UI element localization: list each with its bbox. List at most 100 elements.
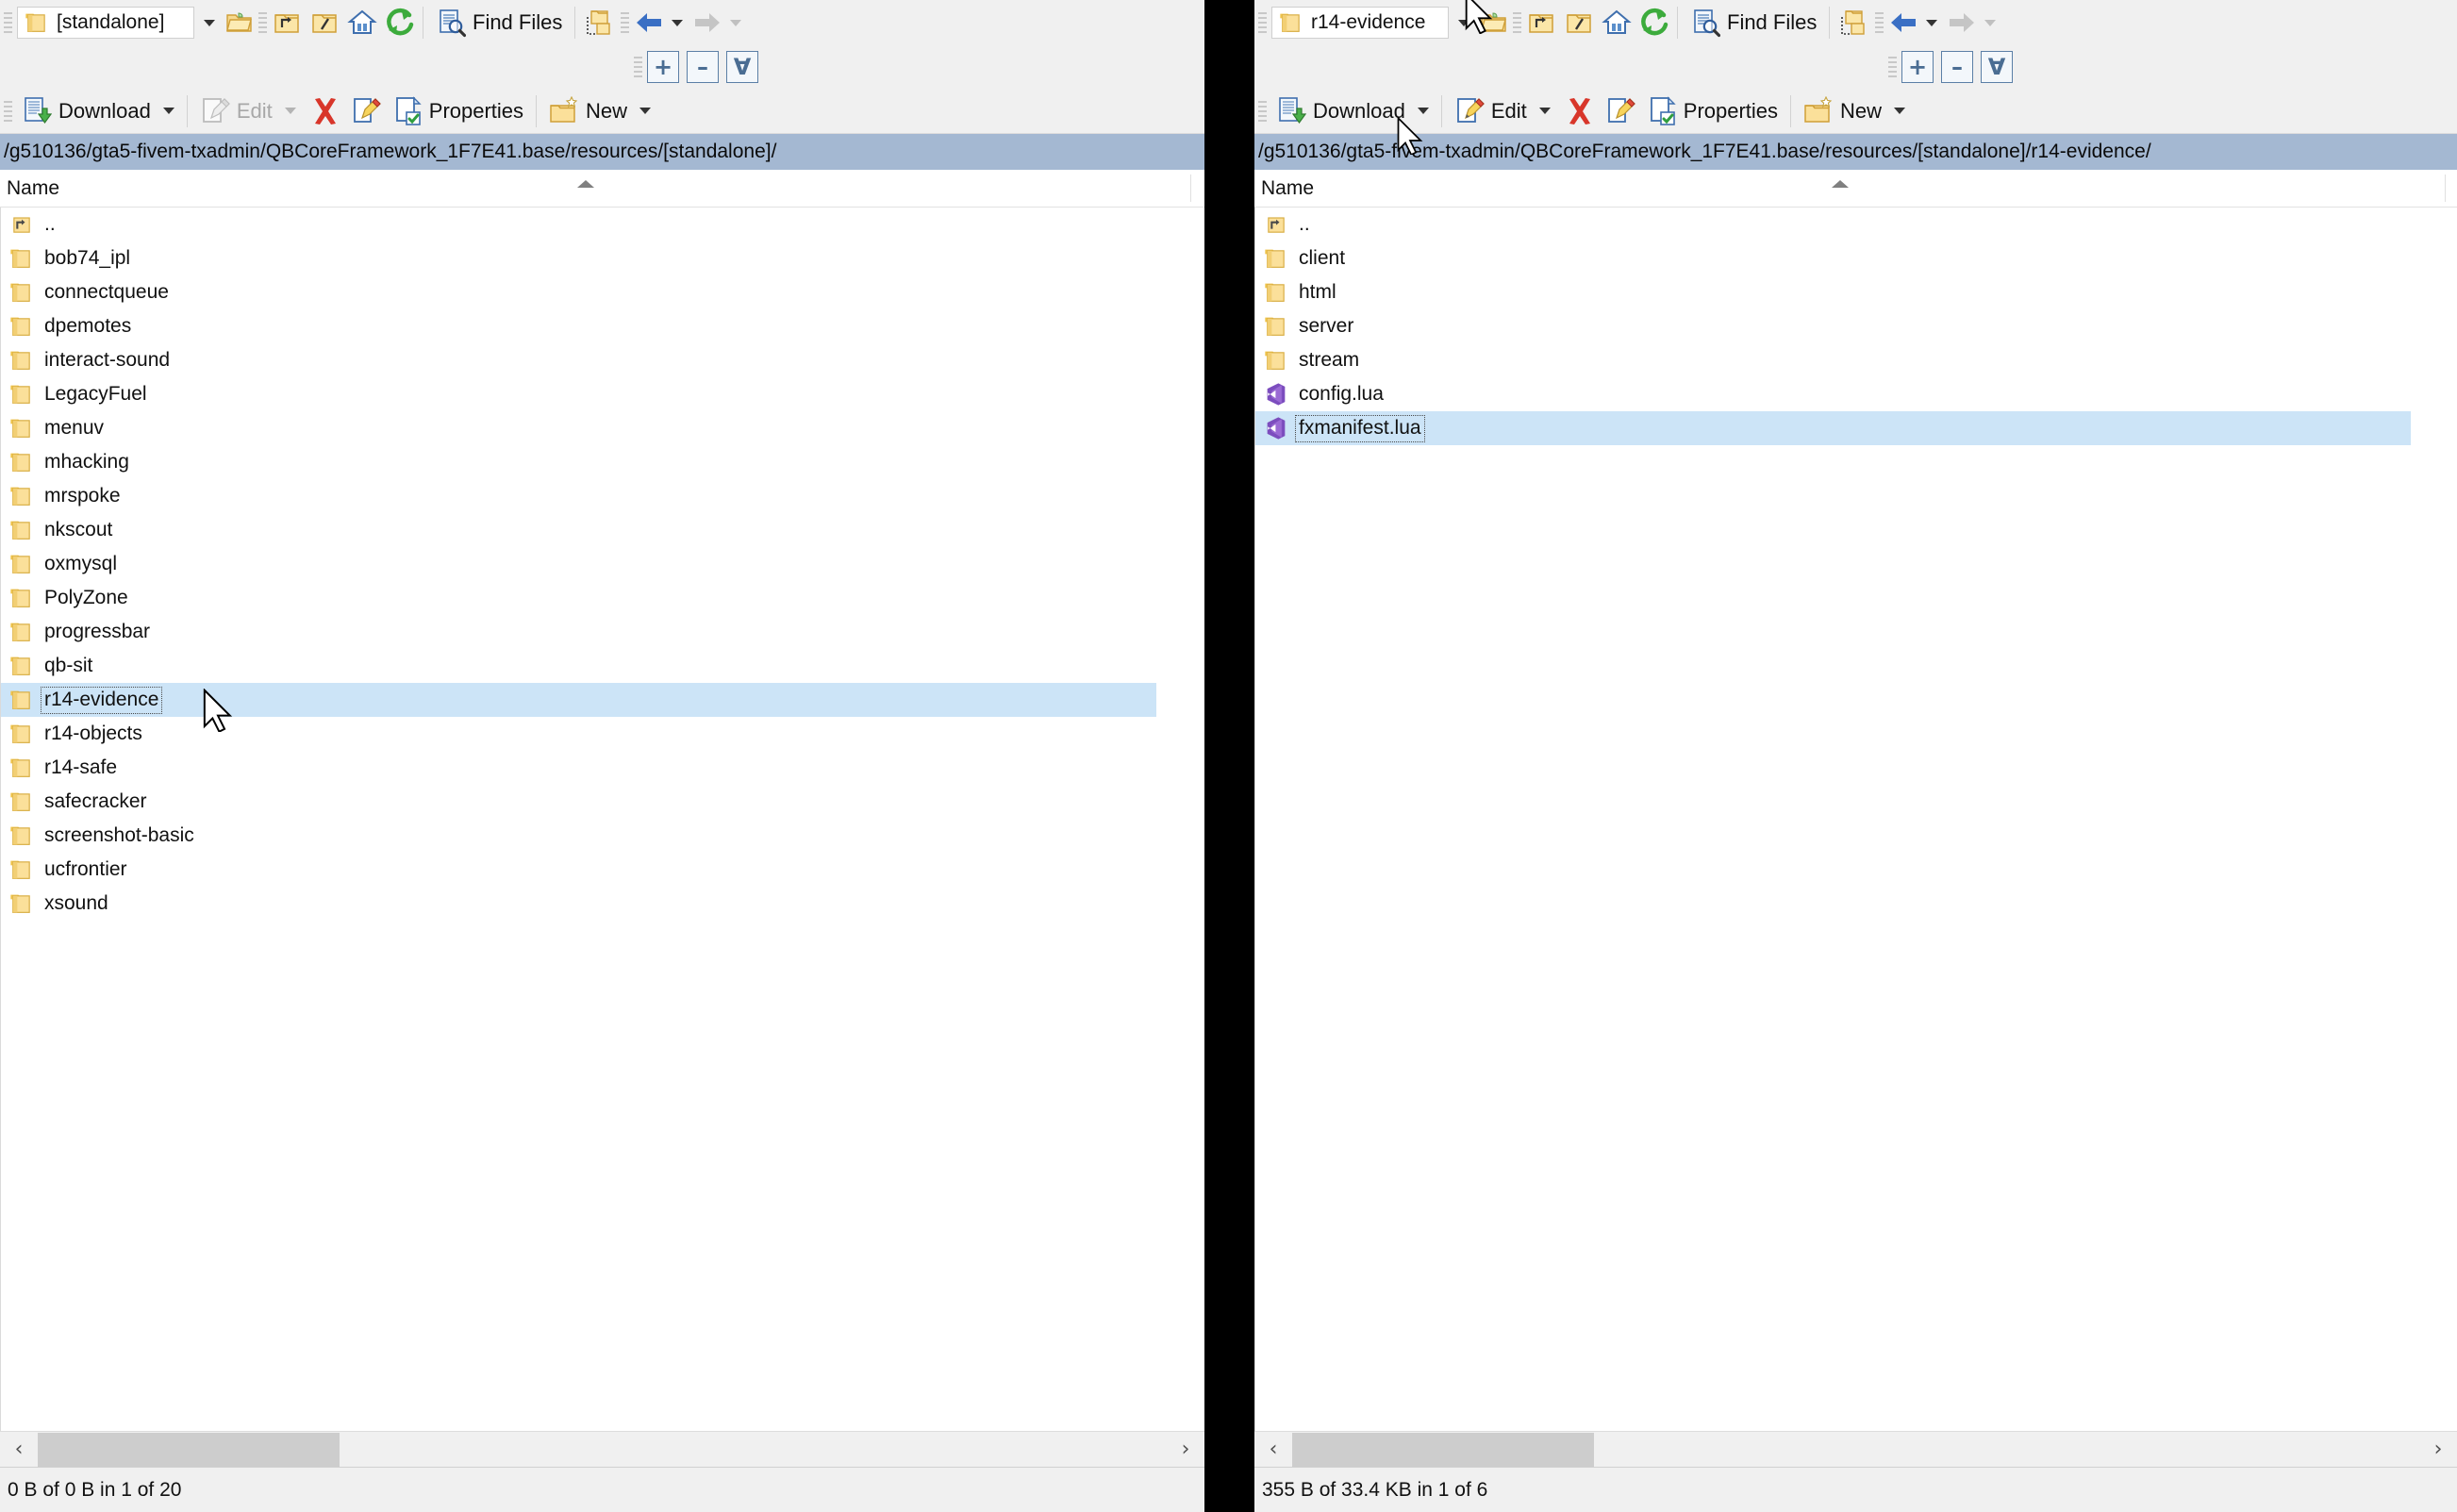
home-directory-icon[interactable]: [1602, 8, 1632, 38]
table-row[interactable]: screenshot-basic: [1, 819, 1204, 853]
rename-icon[interactable]: [352, 96, 382, 126]
back-history-caret-icon[interactable]: [672, 19, 684, 26]
collapse-all-button[interactable]: –: [687, 51, 719, 83]
table-row[interactable]: stream: [1255, 343, 2457, 377]
new-dropdown-caret-icon[interactable]: [1894, 108, 1906, 114]
download-dropdown-caret-icon[interactable]: [162, 108, 174, 114]
table-row[interactable]: bob74_ipl: [1, 241, 1204, 275]
right-path-bar[interactable]: /g510136/gta5-fivem-txadmin/QBCoreFramew…: [1254, 0, 2457, 170]
column-divider[interactable]: [2445, 174, 2446, 202]
table-row[interactable]: menuv: [1, 411, 1204, 445]
table-row[interactable]: mrspoke: [1, 479, 1204, 513]
expand-all-button[interactable]: +: [647, 51, 679, 83]
table-row[interactable]: safecracker: [1, 785, 1204, 819]
new-dropdown-caret-icon[interactable]: [639, 108, 652, 114]
delete-icon[interactable]: [310, 96, 340, 126]
forward-arrow-icon[interactable]: [1947, 8, 1977, 38]
left-directory-combo[interactable]: [standalone]: [17, 7, 194, 39]
parent-directory-icon[interactable]: [272, 8, 302, 38]
open-directory-icon[interactable]: [1479, 8, 1509, 38]
table-row[interactable]: interact-sound: [1, 343, 1204, 377]
action-toolbar-grip[interactable]: [4, 97, 14, 125]
edit-dropdown-caret-icon[interactable]: [1538, 108, 1551, 114]
toolbar-grip[interactable]: [4, 8, 14, 37]
table-row[interactable]: ucfrontier: [1, 853, 1204, 887]
back-arrow-icon[interactable]: [634, 8, 664, 38]
left-find-files-button[interactable]: Find Files: [431, 4, 567, 42]
left-edit-button[interactable]: Edit: [195, 92, 301, 130]
action-toolbar-grip[interactable]: [1258, 97, 1269, 125]
right-new-button[interactable]: New: [1799, 92, 1910, 130]
right-scroll-track[interactable]: [1292, 1432, 2419, 1467]
left-scroll-track[interactable]: [38, 1432, 1167, 1467]
table-row[interactable]: nkscout: [1, 513, 1204, 547]
table-row[interactable]: connectqueue: [1, 275, 1204, 309]
table-row[interactable]: dpemotes: [1, 309, 1204, 343]
left-path-bar[interactable]: /g510136/gta5-fivem-txadmin/QBCoreFramew…: [0, 134, 1204, 170]
pane-divider[interactable]: [1204, 0, 1254, 1512]
right-directory-combo[interactable]: r14-evidence: [1271, 7, 1449, 39]
table-row[interactable]: r14-safe: [1, 751, 1204, 785]
left-horizontal-scrollbar[interactable]: ‹ ›: [0, 1431, 1204, 1467]
right-directory-combo-caret-icon[interactable]: [1458, 19, 1469, 26]
refresh-icon[interactable]: [1639, 8, 1669, 38]
refresh-icon[interactable]: [385, 8, 415, 38]
download-dropdown-caret-icon[interactable]: [1417, 108, 1429, 114]
table-row[interactable]: xsound: [1, 887, 1204, 921]
right-find-files-button[interactable]: Find Files: [1685, 4, 1821, 42]
table-row[interactable]: ..: [1255, 208, 2457, 241]
parent-directory-icon[interactable]: [1526, 8, 1556, 38]
right-scroll-thumb[interactable]: [1292, 1432, 1594, 1467]
rename-icon[interactable]: [1606, 96, 1636, 126]
delete-icon[interactable]: [1565, 96, 1595, 126]
table-row[interactable]: html: [1255, 275, 2457, 309]
scroll-left-icon[interactable]: ‹: [1254, 1433, 1292, 1467]
home-directory-icon[interactable]: [347, 8, 377, 38]
bookmark-folder-icon[interactable]: [583, 8, 613, 38]
left-directory-combo-caret-icon[interactable]: [204, 19, 215, 26]
table-row[interactable]: LegacyFuel: [1, 377, 1204, 411]
toolbar-grip-2[interactable]: [258, 8, 269, 37]
table-row[interactable]: qb-sit: [1, 649, 1204, 683]
right-column-header-name[interactable]: Name: [1254, 177, 1314, 200]
right-horizontal-scrollbar[interactable]: ‹ ›: [1254, 1431, 2457, 1467]
toolbar-grip-3[interactable]: [621, 8, 631, 37]
right-properties-button[interactable]: Properties: [1642, 92, 1783, 130]
left-new-button[interactable]: New: [544, 92, 656, 130]
back-history-caret-icon[interactable]: [1926, 19, 1938, 26]
edit-dropdown-caret-icon[interactable]: [284, 108, 296, 114]
right-file-list[interactable]: .. client html server stream config.lua fxmani…: [1254, 208, 2457, 1431]
left-file-list[interactable]: .. bob74_ipl connectqueue dpemotes interact-…: [0, 208, 1204, 1431]
table-row[interactable]: fxmanifest.lua: [1255, 411, 2411, 445]
bookmark-folder-icon[interactable]: [1837, 8, 1868, 38]
table-row[interactable]: client: [1255, 241, 2457, 275]
column-divider[interactable]: [1190, 174, 1191, 202]
left-scroll-thumb[interactable]: [38, 1432, 340, 1467]
table-row[interactable]: PolyZone: [1, 581, 1204, 615]
table-row[interactable]: config.lua: [1255, 377, 2457, 411]
right-edit-button[interactable]: Edit: [1450, 92, 1555, 130]
select-filter-button[interactable]: ∀: [726, 51, 758, 83]
table-row[interactable]: progressbar: [1, 615, 1204, 649]
left-properties-button[interactable]: Properties: [388, 92, 528, 130]
root-directory-icon[interactable]: [309, 8, 340, 38]
table-row[interactable]: r14-evidence: [1, 683, 1156, 717]
view-toolbar-grip[interactable]: [1888, 53, 1899, 81]
scroll-right-icon[interactable]: ›: [2419, 1433, 2457, 1467]
select-filter-button[interactable]: ∀: [1981, 51, 2013, 83]
toolbar-grip[interactable]: [1258, 8, 1269, 37]
table-row[interactable]: oxmysql: [1, 547, 1204, 581]
table-row[interactable]: mhacking: [1, 445, 1204, 479]
left-download-button[interactable]: Download: [17, 92, 179, 130]
collapse-all-button[interactable]: –: [1941, 51, 1973, 83]
scroll-right-icon[interactable]: ›: [1167, 1433, 1204, 1467]
expand-all-button[interactable]: +: [1901, 51, 1934, 83]
toolbar-grip-3[interactable]: [1875, 8, 1885, 37]
view-toolbar-grip[interactable]: [634, 53, 644, 81]
right-download-button[interactable]: Download: [1271, 92, 1434, 130]
toolbar-grip-2[interactable]: [1513, 8, 1523, 37]
table-row[interactable]: r14-objects: [1, 717, 1204, 751]
open-directory-icon[interactable]: [224, 8, 255, 38]
table-row[interactable]: server: [1255, 309, 2457, 343]
root-directory-icon[interactable]: [1564, 8, 1594, 38]
